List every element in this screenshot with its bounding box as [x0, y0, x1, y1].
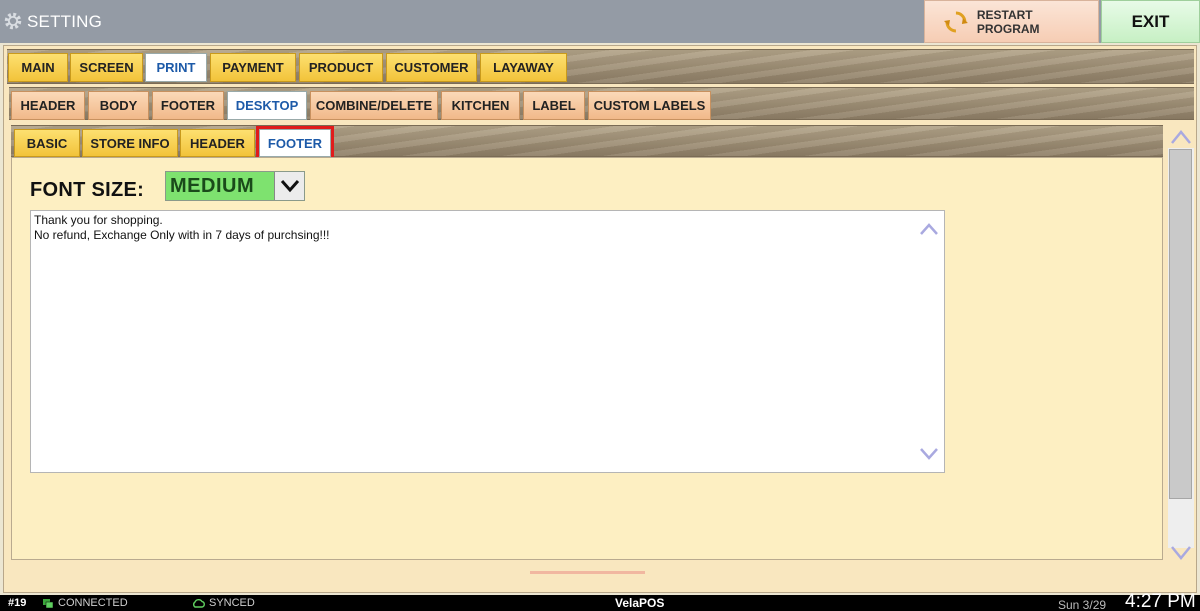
scroll-down-icon[interactable] [1169, 544, 1193, 562]
splitter-handle[interactable] [530, 571, 645, 574]
scroll-up-icon[interactable] [918, 221, 940, 237]
scrollbar-thumb[interactable] [1169, 149, 1192, 499]
tab-print-footer[interactable]: FOOTER [152, 91, 224, 120]
window-title: SETTING [27, 12, 103, 31]
main-tab-bar: MAIN SCREEN PRINT PAYMENT PRODUCT CUSTOM… [7, 49, 1194, 84]
restart-program-button[interactable]: RESTART PROGRAM [924, 0, 1099, 43]
tab-label: PRODUCT [308, 60, 374, 75]
scroll-down-icon[interactable] [918, 446, 940, 462]
gear-icon [4, 12, 22, 30]
tab-label: MAIN [21, 60, 55, 75]
footer-text-line: No refund, Exchange Only with in 7 days … [34, 228, 330, 242]
tab-label: PAYMENT [222, 60, 284, 75]
app-brand: VelaPOS [615, 596, 665, 610]
cloud-icon [193, 598, 205, 608]
tab-label: BASIC [26, 135, 68, 151]
footer-text-lines: Thank you for shopping. No refund, Excha… [34, 213, 330, 243]
tab-print-header[interactable]: HEADER [11, 91, 85, 120]
sync-text: SYNCED [209, 597, 255, 609]
tab-label: SCREEN [79, 60, 134, 75]
title-bar: SETTING RESTART PROGRAM EXIT [0, 0, 1200, 43]
network-icon [43, 598, 54, 608]
station-number: #19 [8, 597, 27, 609]
status-time: 4:27 PM [1125, 591, 1196, 611]
restart-program-label: RESTART PROGRAM [976, 7, 1040, 36]
print-tab-bar: HEADER BODY FOOTER DESKTOP COMBINE/DELET… [9, 87, 1194, 120]
tab-payment[interactable]: PAYMENT [210, 53, 296, 82]
tab-print-label[interactable]: LABEL [523, 91, 585, 120]
chevron-down-icon[interactable] [274, 172, 304, 200]
desktop-tab-bar: BASIC STORE INFO HEADER FOOTER [11, 125, 1163, 160]
tab-desktop-store-info[interactable]: STORE INFO [82, 129, 178, 157]
font-size-label: FONT SIZE: [30, 179, 145, 201]
tab-label: FOOTER [267, 135, 323, 151]
tab-label: KITCHEN [451, 98, 510, 113]
exit-button[interactable]: EXIT [1101, 0, 1200, 43]
tab-label: STORE INFO [90, 135, 170, 151]
tab-product[interactable]: PRODUCT [299, 53, 383, 82]
tab-label: PRINT [156, 60, 196, 75]
connection-text: CONNECTED [58, 597, 128, 609]
tab-desktop-basic[interactable]: BASIC [14, 129, 80, 157]
tab-print-custom-labels[interactable]: CUSTOM LABELS [588, 91, 711, 120]
tab-label: CUSTOMER [394, 60, 469, 75]
tab-label: HEADER [190, 135, 245, 151]
page-scrollbar[interactable] [1165, 122, 1197, 570]
tab-print[interactable]: PRINT [145, 53, 207, 82]
connection-status: CONNECTED [42, 597, 128, 609]
tab-label: CUSTOM LABELS [593, 98, 706, 113]
tab-print-kitchen[interactable]: KITCHEN [441, 91, 520, 120]
tab-print-body[interactable]: BODY [88, 91, 149, 120]
tab-label: BODY [99, 98, 138, 113]
tab-label: LAYAWAY [493, 60, 554, 75]
footer-text-line: Thank you for shopping. [34, 213, 163, 227]
font-size-value: MEDIUM [166, 172, 274, 200]
tab-main[interactable]: MAIN [8, 53, 68, 82]
footer-text-area[interactable]: Thank you for shopping. No refund, Excha… [30, 210, 945, 473]
tab-print-combine-delete[interactable]: COMBINE/DELETE [310, 91, 438, 120]
tab-label: FOOTER [160, 98, 216, 113]
tab-label: HEADER [20, 98, 76, 113]
tab-label: COMBINE/DELETE [315, 98, 433, 113]
status-bar: #19 CONNECTED SYNCED VelaPOS Sun 3/29 4:… [0, 591, 1200, 611]
tab-label: LABEL [532, 98, 576, 113]
tab-label: DESKTOP [235, 98, 299, 113]
exit-label: EXIT [1131, 11, 1170, 31]
scroll-up-icon[interactable] [1169, 128, 1193, 146]
tab-print-desktop[interactable]: DESKTOP [227, 91, 307, 120]
restart-icon [943, 11, 968, 32]
status-date: Sun 3/29 [1058, 598, 1107, 611]
font-size-select[interactable]: MEDIUM [165, 171, 305, 201]
tab-customer[interactable]: CUSTOMER [386, 53, 477, 82]
tab-layaway[interactable]: LAYAWAY [480, 53, 567, 82]
tab-desktop-footer[interactable]: FOOTER [256, 126, 334, 160]
tab-screen[interactable]: SCREEN [70, 53, 143, 82]
tab-desktop-header[interactable]: HEADER [180, 129, 255, 157]
sync-status: SYNCED [192, 597, 255, 609]
